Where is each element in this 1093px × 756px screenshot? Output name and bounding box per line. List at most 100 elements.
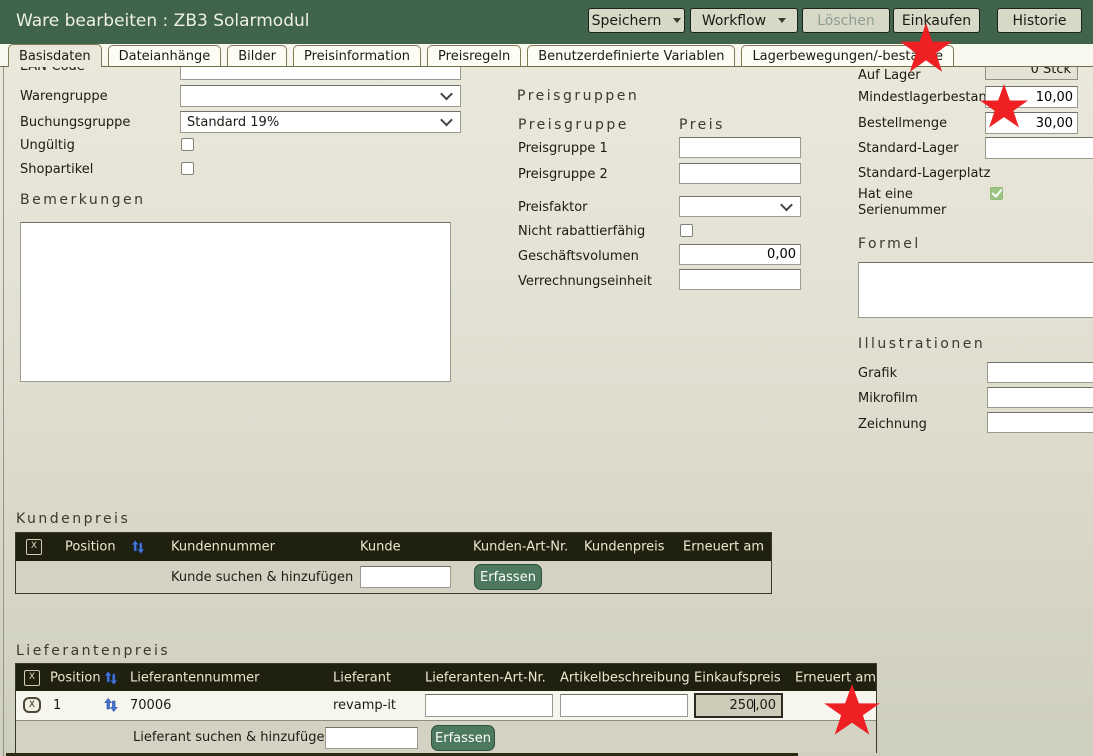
purchase-button[interactable]: Einkaufen	[893, 8, 980, 33]
tab-dateianhaenge[interactable]: Dateianhänge	[108, 45, 222, 66]
geschaeftsvolumen-label: Geschäftsvolumen	[518, 249, 639, 264]
formel-textarea[interactable]	[858, 262, 1093, 318]
ean-code-label: EAN-Code	[20, 66, 85, 74]
zeichnung-label: Zeichnung	[858, 417, 927, 432]
einkaufspreis-input[interactable]: 250 ,00	[694, 693, 783, 718]
seriennummer-label-line2: Serienummer	[858, 203, 946, 218]
kundenpreis-table-header: X Position Kundennummer Kunde Kunden-Art…	[16, 533, 771, 561]
col-lieferanten-art-nr: Lieferanten-Art-Nr.	[425, 670, 546, 685]
nicht-rabattierfaehig-checkbox[interactable]	[680, 224, 693, 237]
preisfaktor-select[interactable]	[679, 196, 801, 217]
clear-selection-icon[interactable]: X	[24, 670, 40, 686]
kunde-suchen-label: Kunde suchen & hinzufügen	[171, 570, 353, 585]
grafik-input[interactable]	[987, 362, 1093, 383]
preisfaktor-label: Preisfaktor	[518, 200, 588, 215]
dropdown-caret-icon	[673, 18, 681, 23]
preisgruppe2-input[interactable]	[679, 163, 801, 184]
einkaufspreis-value-right: ,00	[755, 698, 776, 713]
mikrofilm-input[interactable]	[987, 387, 1093, 408]
buchungsgruppe-value: Standard 19%	[187, 115, 279, 130]
col-einkaufspreis: Einkaufspreis	[694, 670, 781, 685]
preisgruppen-heading: Preisgruppen	[517, 88, 639, 104]
erfassen-button-label: Erfassen	[480, 570, 536, 585]
buchungsgruppe-label: Buchungsgruppe	[20, 115, 130, 130]
verrechnungseinheit-input[interactable]	[679, 269, 801, 290]
col-kunden-art-nr: Kunden-Art-Nr.	[473, 540, 568, 555]
basisdaten-panel: EAN-Code Warengruppe Buchungsgruppe Stan…	[0, 66, 1093, 756]
zeichnung-input[interactable]	[987, 412, 1093, 433]
geschaeftsvolumen-input[interactable]	[679, 244, 801, 265]
preisgruppe-col-heading: Preisgruppe	[518, 117, 629, 133]
ware-bearbeiten-window: Ware bearbeiten : ZB3 Solarmodul Speiche…	[0, 0, 1093, 756]
shopartikel-checkbox[interactable]	[181, 162, 194, 175]
tab-bilder[interactable]: Bilder	[227, 45, 287, 66]
bemerkungen-textarea[interactable]	[20, 222, 451, 382]
col-kundennummer: Kundennummer	[171, 540, 275, 555]
shopartikel-label: Shopartikel	[20, 162, 93, 177]
kunde-suchen-input[interactable]	[360, 566, 451, 588]
lieferant-suchen-input[interactable]	[325, 727, 418, 749]
tab-label: Benutzerdefinierte Variablen	[538, 49, 724, 64]
delete-button: Löschen	[802, 8, 890, 33]
tab-label: Dateianhänge	[119, 49, 211, 64]
tab-benutzerdefinierte-variablen[interactable]: Benutzerdefinierte Variablen	[527, 45, 735, 66]
col-erneuert-am: Erneuert am	[795, 670, 876, 685]
tab-basisdaten[interactable]: Basisdaten	[8, 44, 102, 67]
preisgruppe1-label: Preisgruppe 1	[518, 141, 608, 156]
tab-preisinformation[interactable]: Preisinformation	[293, 45, 421, 66]
preisgruppe1-input[interactable]	[679, 137, 801, 158]
history-button-label: Historie	[1012, 13, 1066, 29]
lieferantenpreis-table-header: X Position Lieferantennummer Lieferant L…	[16, 664, 876, 691]
lieferantenpreis-table: X Position Lieferantennummer Lieferant L…	[15, 663, 877, 753]
col-lieferant: Lieferant	[333, 670, 391, 685]
sort-arrows-icon[interactable]	[131, 540, 145, 554]
lieferanten-art-nr-input[interactable]	[425, 694, 553, 717]
warengruppe-label: Warengruppe	[20, 89, 108, 104]
tab-label: Bilder	[238, 49, 276, 64]
clear-selection-icon[interactable]: X	[26, 539, 42, 555]
kunde-erfassen-button[interactable]: Erfassen	[474, 564, 542, 590]
illustrationen-heading: Illustrationen	[858, 336, 985, 352]
mindestlagerbestand-label: Mindestlagerbestand	[858, 90, 995, 105]
delete-row-button[interactable]: X	[23, 697, 41, 713]
tab-label: Preisregeln	[438, 49, 510, 64]
standard-lager-label: Standard-Lager	[858, 141, 959, 156]
lieferant-add-row: Lieferant suchen & hinzufügen Erfassen	[16, 720, 876, 753]
kunde-add-row: Kunde suchen & hinzufügen Erfassen	[16, 561, 771, 593]
workflow-button-label: Workflow	[702, 13, 766, 29]
row-position: 1	[53, 698, 61, 713]
panel-left-border	[3, 67, 4, 756]
buchungsgruppe-select[interactable]: Standard 19%	[180, 111, 461, 133]
mikrofilm-label: Mikrofilm	[858, 391, 918, 406]
lieferant-erfassen-button[interactable]: Erfassen	[431, 725, 495, 751]
seriennummer-checkbox[interactable]	[990, 187, 1003, 200]
chevron-down-icon	[780, 198, 793, 211]
tab-label: Basisdaten	[19, 49, 91, 64]
preis-col-heading: Preis	[679, 117, 725, 133]
sort-arrows-icon[interactable]	[104, 671, 118, 685]
workflow-button[interactable]: Workflow	[690, 8, 798, 33]
sort-arrows-icon[interactable]	[104, 698, 118, 712]
save-button[interactable]: Speichern	[588, 8, 685, 33]
ungueltig-label: Ungültig	[20, 138, 75, 153]
history-button[interactable]: Historie	[997, 8, 1082, 33]
col-kundenpreis: Kundenpreis	[584, 540, 665, 555]
nicht-rabattierfaehig-label: Nicht rabattierfähig	[518, 224, 645, 239]
bestellmenge-label: Bestellmenge	[858, 116, 947, 131]
seriennummer-label-line1: Hat eine	[858, 187, 913, 202]
warengruppe-select[interactable]	[180, 85, 461, 107]
standard-lager-input[interactable]	[985, 137, 1093, 159]
save-button-label: Speichern	[592, 13, 662, 29]
ean-code-input[interactable]	[180, 66, 461, 80]
col-lieferantennummer: Lieferantennummer	[130, 670, 259, 685]
delete-button-label: Löschen	[817, 13, 874, 29]
kundenpreis-heading: Kundenpreis	[16, 511, 130, 527]
tab-preisregeln[interactable]: Preisregeln	[427, 45, 521, 66]
preisgruppe2-label: Preisgruppe 2	[518, 167, 608, 182]
tab-label: Preisinformation	[304, 49, 410, 64]
chevron-down-icon	[440, 88, 453, 101]
artikelbeschreibung-input[interactable]	[560, 694, 688, 717]
chevron-down-icon	[440, 114, 453, 127]
page-title: Ware bearbeiten : ZB3 Solarmodul	[16, 11, 309, 31]
ungueltig-checkbox[interactable]	[181, 138, 194, 151]
